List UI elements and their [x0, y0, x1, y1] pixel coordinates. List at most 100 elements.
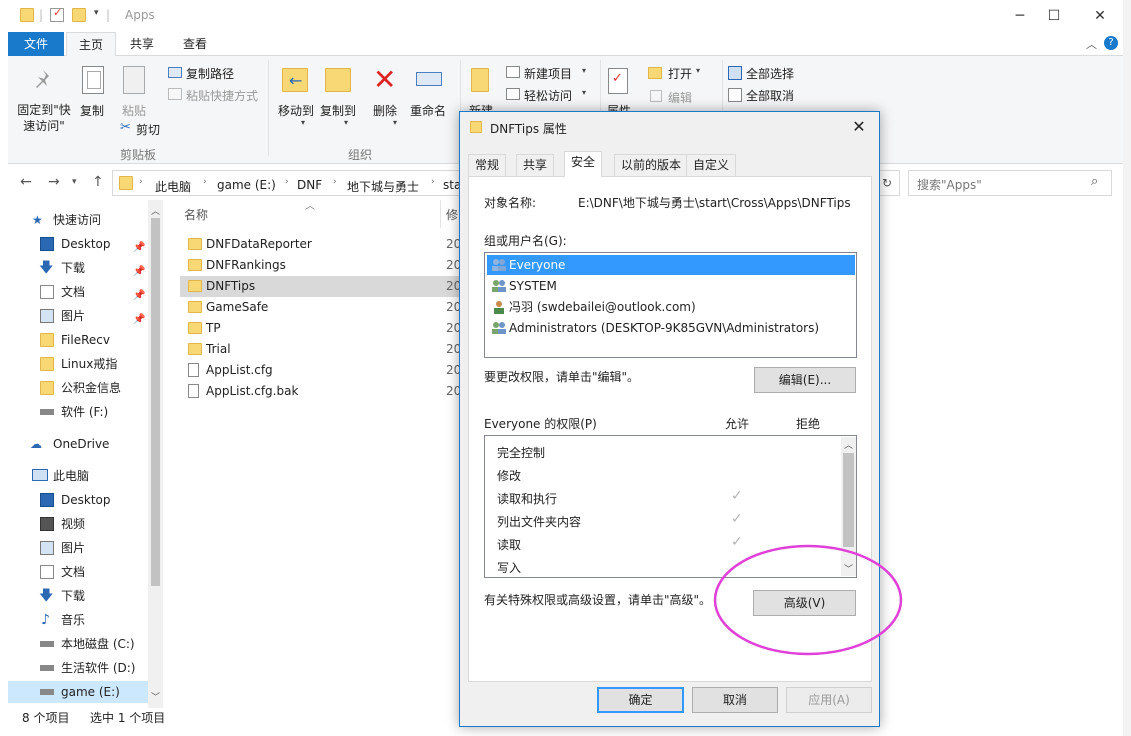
- delete-dropdown-icon[interactable]: ▾: [393, 118, 397, 127]
- delete-button[interactable]: 删除: [368, 102, 402, 119]
- breadcrumb-game-e[interactable]: game (E:): [217, 178, 276, 192]
- paste-shortcut-button[interactable]: 粘贴快捷方式: [186, 87, 258, 104]
- list-item[interactable]: TP 20: [180, 318, 461, 339]
- tab-home[interactable]: 主页: [66, 32, 117, 57]
- close-button[interactable]: ✕: [1080, 4, 1120, 28]
- nav-linux[interactable]: Linux戒指: [8, 353, 148, 375]
- copy-path-button[interactable]: 复制路径: [186, 65, 234, 82]
- easy-access-button[interactable]: 轻松访问: [524, 87, 572, 104]
- nav-pc-videos[interactable]: 视频: [8, 513, 148, 535]
- nav-this-pc[interactable]: 此电脑: [8, 465, 148, 487]
- ok-button[interactable]: 确定: [597, 687, 684, 713]
- nav-pc-music[interactable]: ♪ 音乐: [8, 609, 148, 631]
- pin-icon[interactable]: 📌: [133, 237, 145, 259]
- column-header-name[interactable]: 名称: [184, 206, 208, 223]
- nav-documents[interactable]: 文档 📌: [8, 281, 148, 303]
- scroll-down-icon[interactable]: ﹀: [151, 690, 160, 703]
- nav-pc-documents[interactable]: 文档: [8, 561, 148, 583]
- nav-pc-downloads[interactable]: 🡇 下载: [8, 585, 148, 607]
- nav-pc-drive-d[interactable]: 生活软件 (D:): [8, 657, 148, 679]
- nav-filerecv[interactable]: FileRecv: [8, 329, 148, 351]
- list-item[interactable]: Trial 20: [180, 339, 461, 360]
- recent-locations-icon[interactable]: ▾: [72, 177, 77, 187]
- pin-icon[interactable]: 📌: [133, 309, 145, 331]
- user-row-everyone[interactable]: Everyone: [487, 255, 855, 275]
- open-dropdown-icon[interactable]: ▾: [696, 66, 700, 75]
- collapse-ribbon-icon[interactable]: ︿: [1086, 36, 1097, 52]
- search-icon: ⌕: [1091, 174, 1099, 189]
- nav-fund-info[interactable]: 公积金信息: [8, 377, 148, 399]
- nav-pc-pictures[interactable]: 图片: [8, 537, 148, 559]
- tab-share[interactable]: 共享: [118, 32, 166, 56]
- list-item[interactable]: DNFRankings 20: [180, 255, 461, 276]
- nav-pc-desktop[interactable]: Desktop: [8, 489, 148, 511]
- list-item-selected[interactable]: DNFTips 20: [180, 276, 461, 297]
- copy-to-dropdown-icon[interactable]: ▾: [344, 118, 348, 127]
- list-item[interactable]: DNFDataReporter 20: [180, 234, 461, 255]
- rename-button[interactable]: 重命名: [406, 102, 450, 119]
- maximize-button[interactable]: ☐: [1034, 4, 1074, 28]
- nav-pictures[interactable]: 图片 📌: [8, 305, 148, 327]
- new-item-button[interactable]: 新建项目: [524, 65, 572, 82]
- nav-scrollbar[interactable]: ︿ ﹀: [148, 200, 163, 708]
- quick-access-dropdown-icon[interactable]: ▾: [94, 8, 99, 24]
- pin-icon[interactable]: 📌: [133, 261, 145, 283]
- select-all-button[interactable]: 全部选择: [746, 65, 794, 82]
- copy-to-button[interactable]: 复制到: [316, 102, 360, 119]
- column-header-date[interactable]: 修: [446, 206, 458, 223]
- nav-quick-access[interactable]: ★ 快速访问: [8, 209, 148, 231]
- scroll-thumb[interactable]: [151, 218, 160, 586]
- new-item-dropdown-icon[interactable]: ▾: [582, 66, 586, 75]
- tab-view[interactable]: 查看: [171, 32, 219, 56]
- new-folder-quick-icon[interactable]: [72, 8, 86, 22]
- nav-pc-drive-e[interactable]: game (E:): [8, 681, 154, 703]
- breadcrumb-this-pc[interactable]: 此电脑: [155, 178, 191, 195]
- list-item[interactable]: AppList.cfg.bak 20: [180, 381, 461, 402]
- user-row-administrators[interactable]: Administrators (DESKTOP-9K85GVN\Administ…: [487, 318, 855, 338]
- up-arrow-icon[interactable]: ↑: [92, 174, 104, 190]
- file-name: TP: [206, 321, 221, 335]
- pin-quick-access-button[interactable]: 固定到"快速访问": [12, 102, 76, 134]
- select-none-button[interactable]: 全部取消: [746, 87, 794, 104]
- scroll-up-icon[interactable]: ︿: [844, 438, 853, 451]
- scroll-up-icon[interactable]: ︿: [151, 204, 160, 217]
- tab-security[interactable]: 安全: [564, 151, 603, 177]
- nav-pc-drive-c[interactable]: 本地磁盘 (C:): [8, 633, 148, 655]
- easy-access-dropdown-icon[interactable]: ▾: [582, 88, 586, 97]
- nav-onedrive[interactable]: ☁ OneDrive: [8, 433, 148, 455]
- move-to-button[interactable]: 移动到: [274, 102, 318, 119]
- edit-permissions-button[interactable]: 编辑(E)...: [754, 367, 856, 393]
- open-button[interactable]: 打开: [668, 65, 692, 82]
- tab-sharing[interactable]: 共享: [516, 154, 555, 176]
- tab-general[interactable]: 常规: [468, 154, 507, 176]
- nav-software-f[interactable]: 软件 (F:): [8, 401, 148, 423]
- user-listbox[interactable]: Everyone SYSTEM 冯羽 (swdebailei@outlook.c…: [484, 252, 857, 358]
- breadcrumb-dnf[interactable]: DNF: [297, 178, 322, 192]
- back-arrow-icon[interactable]: ←: [20, 174, 32, 190]
- tab-customize[interactable]: 自定义: [686, 154, 737, 176]
- cut-button[interactable]: 剪切: [136, 121, 160, 138]
- search-box[interactable]: 搜索"Apps" ⌕: [908, 170, 1112, 196]
- properties-quick-icon[interactable]: ✓: [50, 6, 64, 22]
- paste-button[interactable]: 粘贴: [118, 102, 150, 119]
- tab-previous-versions[interactable]: 以前的版本: [614, 154, 689, 176]
- forward-arrow-icon[interactable]: →: [48, 174, 60, 190]
- user-row-system[interactable]: SYSTEM: [487, 276, 855, 296]
- list-item[interactable]: AppList.cfg 20: [180, 360, 461, 381]
- user-row-fengyu[interactable]: 冯羽 (swdebailei@outlook.com): [487, 297, 855, 317]
- edit-button[interactable]: 编辑: [668, 89, 692, 106]
- dialog-close-button[interactable]: ✕: [847, 116, 871, 138]
- move-to-dropdown-icon[interactable]: ▾: [301, 118, 305, 127]
- copy-button[interactable]: 复制: [76, 102, 108, 119]
- tab-file[interactable]: 文件: [8, 32, 64, 56]
- apply-button[interactable]: 应用(A): [786, 687, 872, 713]
- scroll-thumb[interactable]: [843, 453, 854, 547]
- pin-icon[interactable]: 📌: [133, 285, 145, 307]
- nav-downloads[interactable]: 🡇 下载 📌: [8, 257, 148, 279]
- list-item[interactable]: GameSafe 20: [180, 297, 461, 318]
- column-divider: [440, 200, 441, 228]
- nav-desktop[interactable]: Desktop 📌: [8, 233, 148, 255]
- breadcrumb-dungeon[interactable]: 地下城与勇士: [347, 178, 419, 195]
- help-icon[interactable]: ?: [1104, 36, 1118, 50]
- cancel-button[interactable]: 取消: [692, 687, 778, 713]
